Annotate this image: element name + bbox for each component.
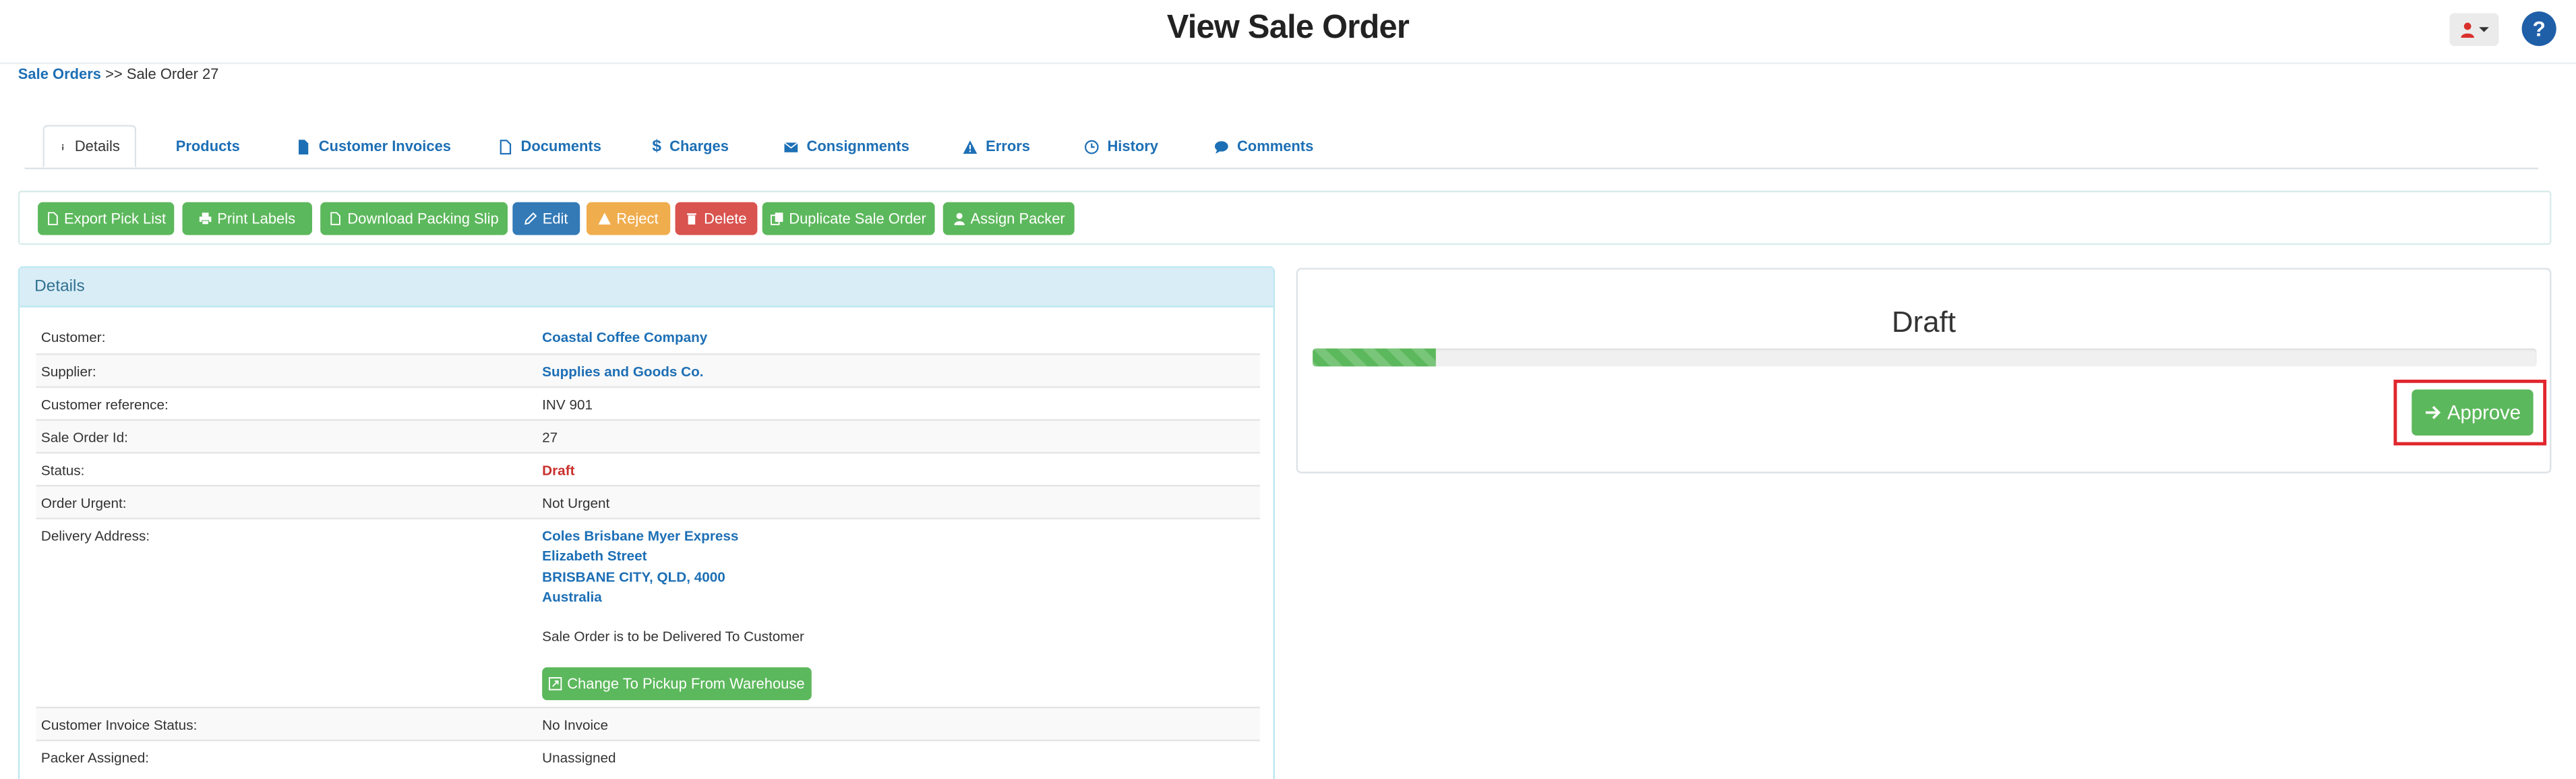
- reject-button[interactable]: Reject: [586, 202, 671, 235]
- tab-consignments[interactable]: Consignments: [783, 125, 909, 167]
- detail-row-delivery-address: Delivery Address: Coles Brisbane Myer Ex…: [36, 517, 1261, 707]
- file-download-icon: [331, 212, 342, 225]
- address-line-1[interactable]: Coles Brisbane Myer Express: [542, 527, 738, 544]
- tab-customer-invoices[interactable]: Customer Invoices: [296, 125, 451, 167]
- detail-row-status: Status: Draft: [36, 452, 1261, 485]
- approve-button[interactable]: Approve: [2412, 389, 2534, 436]
- tab-details[interactable]: Details: [42, 125, 137, 168]
- breadcrumb-sale-orders-link[interactable]: Sale Orders: [18, 65, 101, 82]
- file-outline-icon: [500, 138, 512, 154]
- status-value: Draft: [542, 461, 575, 479]
- status-progress-bar: [1313, 348, 2537, 367]
- edit-button[interactable]: Edit: [512, 202, 580, 235]
- help-button[interactable]: ?: [2521, 11, 2556, 47]
- tab-bar: Details Products Customer Invoices Docum…: [24, 125, 2538, 169]
- print-icon: [200, 212, 212, 225]
- print-labels-button[interactable]: Print Labels: [182, 202, 313, 235]
- tab-products[interactable]: Products: [176, 125, 240, 167]
- delivery-note: Sale Order is to be Delivered To Custome…: [542, 627, 804, 645]
- arrow-right-icon: [2425, 405, 2440, 420]
- delete-button[interactable]: Delete: [675, 202, 758, 235]
- tab-comments[interactable]: Comments: [1214, 125, 1313, 167]
- tab-errors[interactable]: Errors: [963, 125, 1030, 167]
- status-panel: Draft: [1296, 268, 2552, 473]
- address-line-3[interactable]: BRISBANE CITY, QLD, 4000: [542, 569, 725, 585]
- detail-row-supplier: Supplier: Supplies and Goods Co.: [36, 353, 1261, 386]
- tab-documents[interactable]: Documents: [498, 125, 601, 167]
- details-panel: Details Customer: Coastal Coffee Company…: [18, 266, 1276, 779]
- page-title: View Sale Order: [1166, 9, 1410, 47]
- export-pick-list-button[interactable]: Export Pick List: [38, 202, 175, 235]
- address-line-4[interactable]: Australia: [542, 588, 602, 604]
- detail-row-order-urgent: Order Urgent: Not Urgent: [36, 484, 1261, 518]
- details-panel-heading: Details: [20, 268, 1274, 308]
- top-header: View Sale Order ?: [0, 0, 2576, 65]
- supplier-link[interactable]: Supplies and Goods Co.: [542, 364, 703, 380]
- file-export-icon: [48, 212, 58, 225]
- comment-icon: [1214, 140, 1228, 153]
- pencil-icon: [525, 212, 537, 225]
- detail-row-customer-reference: Customer reference: INV 901: [36, 386, 1261, 420]
- file-icon: [299, 138, 309, 154]
- user-menu-button[interactable]: [2449, 13, 2499, 47]
- tab-history[interactable]: History: [1084, 125, 1158, 167]
- detail-row-packer-assigned: Packer Assigned: Unassigned: [36, 739, 1261, 773]
- duplicate-sale-order-button[interactable]: Duplicate Sale Order: [762, 202, 935, 235]
- breadcrumb-current: Sale Order 27: [126, 65, 219, 82]
- status-progress-fill: [1313, 348, 1435, 367]
- trash-icon: [688, 213, 697, 225]
- breadcrumb-separator: >>: [105, 65, 123, 82]
- warning-icon: [963, 140, 978, 153]
- info-icon: [62, 143, 64, 150]
- user-icon: [2461, 22, 2474, 38]
- caret-down-icon: [2479, 27, 2489, 32]
- envelope-icon: [783, 141, 798, 152]
- external-link-icon: [549, 676, 562, 691]
- detail-row-sale-order-id: Sale Order Id: 27: [36, 419, 1261, 453]
- breadcrumb: Sale Orders >> Sale Order 27: [18, 65, 219, 82]
- dollar-icon: $: [652, 137, 661, 156]
- download-packing-slip-button[interactable]: Download Packing Slip: [320, 202, 508, 235]
- status-title: Draft: [1892, 306, 1956, 339]
- assign-packer-button[interactable]: Assign Packer: [942, 202, 1075, 235]
- customer-link[interactable]: Coastal Coffee Company: [542, 328, 707, 345]
- warning-icon: [599, 212, 611, 225]
- user-icon: [953, 212, 965, 225]
- clock-icon: [1084, 139, 1099, 154]
- change-to-pickup-button[interactable]: Change To Pickup From Warehouse: [542, 667, 812, 701]
- detail-row-customer-invoice-status: Customer Invoice Status: No Invoice: [36, 706, 1261, 740]
- action-toolbar: Export Pick List Print Labels Download P…: [18, 190, 2552, 246]
- copy-icon: [771, 212, 783, 225]
- detail-row-customer: Customer: Coastal Coffee Company: [40, 328, 708, 345]
- tab-charges[interactable]: $ Charges: [652, 125, 729, 167]
- address-line-2[interactable]: Elizabeth Street: [542, 547, 647, 563]
